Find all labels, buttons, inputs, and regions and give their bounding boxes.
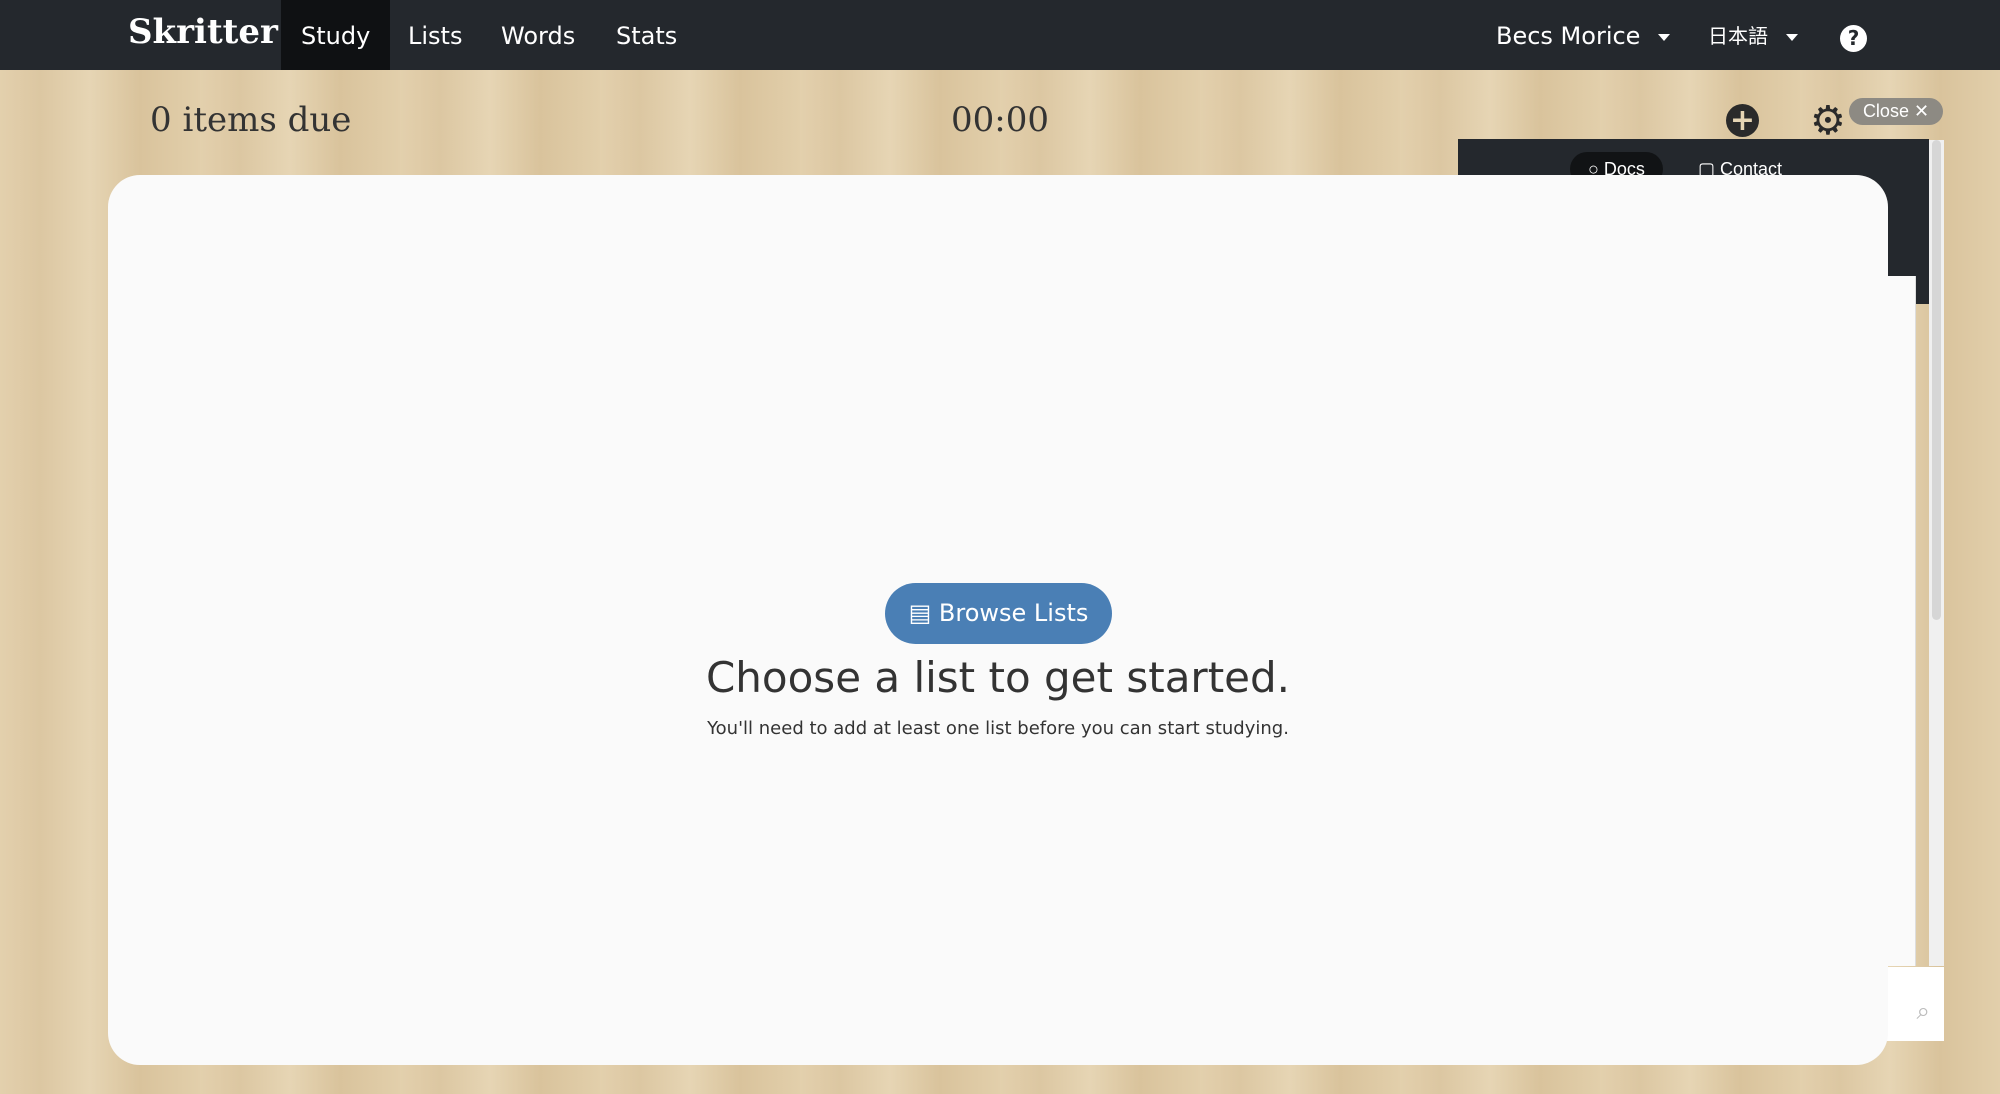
- items-due: 0 items due: [150, 100, 352, 140]
- user-menu[interactable]: Becs Morice: [1476, 0, 1690, 70]
- tab-lists[interactable]: Lists: [388, 0, 482, 70]
- close-button[interactable]: Close ✕: [1849, 98, 1943, 125]
- gear-icon[interactable]: ⚙: [1810, 98, 1846, 144]
- plus-circle-icon[interactable]: +: [1726, 104, 1759, 137]
- browse-lists-button[interactable]: ▤ Browse Lists: [885, 583, 1112, 644]
- question-circle-icon[interactable]: ?: [1840, 25, 1867, 52]
- search-icon[interactable]: ⌕: [1880, 967, 1944, 1041]
- browse-lists-label: Browse Lists: [938, 599, 1089, 627]
- user-name: Becs Morice: [1496, 22, 1641, 50]
- scrollbar[interactable]: [1929, 140, 1944, 966]
- tab-stats[interactable]: Stats: [596, 0, 697, 70]
- top-nav: Skritter Study Lists Words Stats Becs Mo…: [0, 0, 2000, 70]
- list-icon: ▤: [908, 599, 939, 627]
- language-label: 日本語: [1708, 24, 1768, 48]
- subtext: You'll need to add at least one list bef…: [707, 718, 1289, 739]
- chevron-down-icon: [1658, 33, 1671, 41]
- timer: 00:00: [951, 100, 1049, 140]
- tab-words[interactable]: Words: [481, 0, 595, 70]
- logo[interactable]: Skritter: [128, 12, 278, 52]
- language-menu[interactable]: 日本語: [1688, 0, 1818, 70]
- chevron-down-icon: [1786, 34, 1798, 41]
- scrollbar-thumb[interactable]: [1932, 140, 1941, 620]
- page-title: Choose a list to get started.: [705, 653, 1291, 702]
- tab-study[interactable]: Study: [281, 0, 391, 70]
